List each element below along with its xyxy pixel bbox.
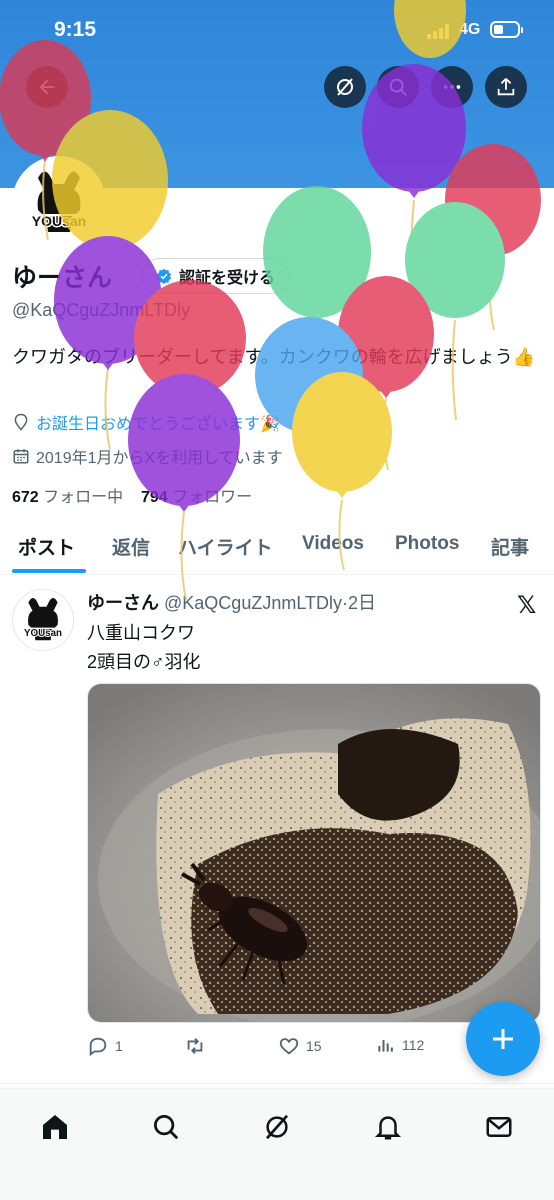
views-icon — [378, 1040, 393, 1052]
bottom-navigation — [0, 1088, 554, 1200]
network-label: 4G — [459, 21, 481, 38]
repost-button[interactable] — [183, 1035, 207, 1057]
birthday-row: お誕生日おめでとうございます🎉 — [12, 410, 280, 434]
tab-videos[interactable]: Videos — [302, 533, 364, 555]
following-label: フォロー中 — [43, 489, 124, 506]
grok-nav-icon — [265, 1114, 289, 1140]
post-author[interactable]: ゆーさん — [87, 593, 159, 613]
grok-button[interactable] — [324, 66, 366, 108]
compose-button[interactable] — [466, 1002, 540, 1076]
home-icon — [43, 1115, 67, 1139]
get-verified-button[interactable]: 認証を受ける — [142, 258, 291, 294]
search-icon — [389, 78, 407, 96]
more-button[interactable] — [431, 66, 473, 108]
birthday-text[interactable]: お誕生日おめでとうございます🎉 — [36, 410, 280, 434]
post-header: ゆーさん @KaQCguZJnmLTDly·2日 — [87, 589, 376, 615]
profile-bio: クワガタのブリーダーしてます。カンクワの輪を広げましょう👍 — [12, 347, 536, 367]
tab-posts[interactable]: ポスト — [18, 533, 75, 560]
followers-count: 794 — [140, 489, 168, 506]
views-button[interactable]: 112 — [376, 1035, 424, 1055]
retweet-icon — [187, 1038, 203, 1054]
verified-badge-icon — [156, 268, 172, 285]
reply-icon — [89, 1037, 107, 1057]
profile-name: ゆーさん — [12, 264, 113, 292]
explore-icon — [154, 1115, 179, 1140]
views-count: 112 — [402, 1037, 425, 1053]
like-count: 15 — [306, 1038, 322, 1054]
share-button[interactable] — [485, 66, 527, 108]
post-text-line2: 2頭目の♂羽化 — [87, 652, 201, 672]
follow-stats: 672 フォロー中 794 フォロワー — [12, 483, 252, 507]
nav-home[interactable] — [35, 1107, 75, 1147]
status-bar: 9:15 4G — [0, 0, 554, 60]
post-image[interactable] — [87, 683, 541, 1023]
messages-icon — [486, 1117, 512, 1137]
more-icon — [443, 85, 461, 89]
get-verified-label: 認証を受ける — [179, 270, 276, 287]
nav-messages[interactable] — [479, 1107, 519, 1147]
followers-label: フォロワー — [172, 489, 253, 506]
compose-icon — [493, 1029, 513, 1049]
share-icon — [497, 78, 515, 96]
reply-button[interactable]: 1 — [87, 1035, 123, 1057]
grok-icon — [337, 78, 353, 96]
back-button[interactable] — [26, 66, 68, 108]
svg-text:YOUsan: YOUsan — [24, 628, 62, 639]
like-button[interactable]: 15 — [278, 1035, 322, 1057]
profile-tabs: ポスト 返信 ハイライト Videos Photos 記事 — [0, 518, 554, 575]
profile-handle: @KaQCguZJnmLTDly — [12, 300, 190, 320]
nav-grok[interactable] — [257, 1107, 297, 1147]
followers-link[interactable]: 794 フォロワー — [141, 489, 252, 506]
post-handle[interactable]: @KaQCguZJnmLTDly — [164, 593, 342, 613]
notifications-icon — [374, 1116, 402, 1140]
post-item[interactable]: YOUsan ゆーさん @KaQCguZJnmLTDly·2日 𝕏 八重山コクワ… — [0, 575, 554, 1084]
post-avatar[interactable]: YOUsan — [12, 589, 74, 651]
calendar-icon — [13, 449, 29, 464]
status-time: 9:15 — [54, 18, 97, 41]
signal-icon — [427, 23, 453, 39]
reply-count: 1 — [115, 1038, 123, 1054]
profile-avatar[interactable]: YOUsan — [12, 156, 106, 250]
nav-explore[interactable] — [146, 1107, 186, 1147]
post-time: ·2日 — [342, 593, 377, 613]
post-text-line1: 八重山コクワ — [87, 623, 195, 643]
svg-text:YOUsan: YOUsan — [32, 213, 86, 229]
search-button[interactable] — [377, 66, 419, 108]
joined-row: 2019年1月からXを利用しています — [12, 444, 283, 468]
tab-replies[interactable]: 返信 — [112, 533, 150, 560]
active-tab-indicator — [12, 569, 86, 573]
battery-icon — [490, 21, 523, 38]
x-logo-icon: 𝕏 — [517, 591, 537, 619]
tab-highlights[interactable]: ハイライト — [178, 533, 273, 560]
location-pin-icon — [14, 413, 28, 431]
following-count: 672 — [12, 489, 39, 506]
tab-articles[interactable]: 記事 — [491, 533, 529, 560]
nav-notifications[interactable] — [368, 1107, 408, 1147]
following-link[interactable]: 672 フォロー中 — [12, 489, 123, 506]
tab-photos[interactable]: Photos — [395, 533, 459, 555]
joined-text: 2019年1月からXを利用しています — [36, 450, 283, 467]
like-icon — [279, 1038, 299, 1055]
back-arrow-icon — [39, 79, 55, 95]
